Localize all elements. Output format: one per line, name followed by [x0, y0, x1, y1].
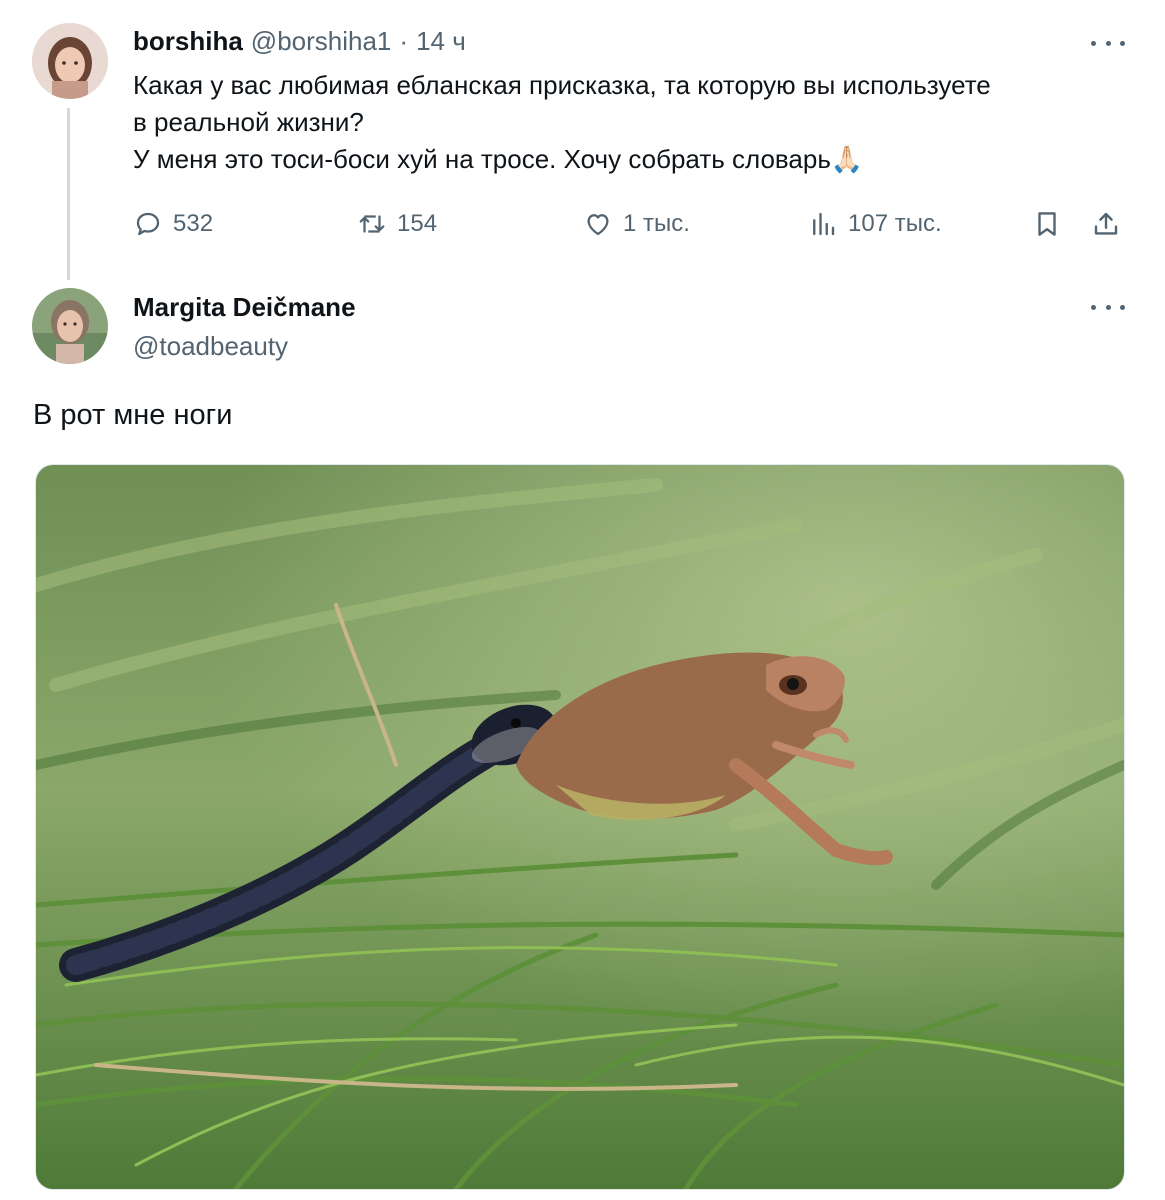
tweet1-line-1: Какая у вас любимая ебланская присказка,… — [133, 70, 991, 100]
avatar-borshiha[interactable] — [32, 23, 108, 99]
retweet-count: 154 — [397, 210, 438, 237]
author-handle[interactable]: @toadbeauty — [133, 331, 288, 362]
praying-hands-emoji: 🙏🏻 — [830, 144, 864, 174]
like-button[interactable]: 1 тыс. — [583, 209, 690, 239]
views-count: 107 тыс. — [848, 210, 942, 237]
tweet1-line-3: У меня это тоси-боси хуй на тросе. Хочу … — [133, 141, 1133, 178]
tweet1-text: Какая у вас любимая ебланская присказка,… — [133, 67, 1133, 178]
snake-frog-image — [36, 465, 1124, 1189]
retweet-button[interactable]: 154 — [357, 209, 437, 239]
avatar-margita[interactable] — [32, 288, 108, 364]
more-options-icon[interactable] — [1091, 297, 1125, 317]
more-options-icon[interactable] — [1091, 33, 1125, 53]
heart-icon — [587, 214, 609, 236]
share-button[interactable] — [1091, 209, 1121, 244]
views-button[interactable]: 107 тыс. — [808, 209, 942, 239]
bookmark-button[interactable] — [1032, 209, 1062, 244]
author-name[interactable]: borshiha — [133, 26, 243, 57]
thread-connector-line — [67, 108, 70, 280]
author-handle[interactable]: @borshiha1 — [251, 26, 392, 57]
reply-icon — [136, 212, 160, 236]
avatar-image — [32, 288, 108, 364]
tweet1-line-3-text: У меня это тоси-боси хуй на тросе. Хочу … — [133, 144, 831, 174]
like-count: 1 тыс. — [623, 210, 690, 237]
views-chart-icon — [813, 212, 835, 236]
tweet1-header: borshiha @borshiha1 · 14 ч — [133, 26, 466, 57]
separator-dot: · — [399, 26, 409, 56]
reply-count: 532 — [173, 210, 214, 237]
tweet1-line-2: в реальной жизни? — [133, 107, 364, 137]
bookmark-icon — [1038, 212, 1056, 236]
avatar-image — [32, 23, 108, 99]
tweet-time[interactable]: 14 ч — [416, 26, 466, 57]
tweet2-text: В рот мне ноги — [33, 399, 233, 431]
tweet-photo[interactable] — [35, 464, 1125, 1190]
reply-button[interactable]: 532 — [133, 209, 213, 239]
author-name[interactable]: Margita Deičmane — [133, 292, 356, 323]
share-icon — [1094, 212, 1118, 235]
retweet-icon — [359, 215, 385, 233]
